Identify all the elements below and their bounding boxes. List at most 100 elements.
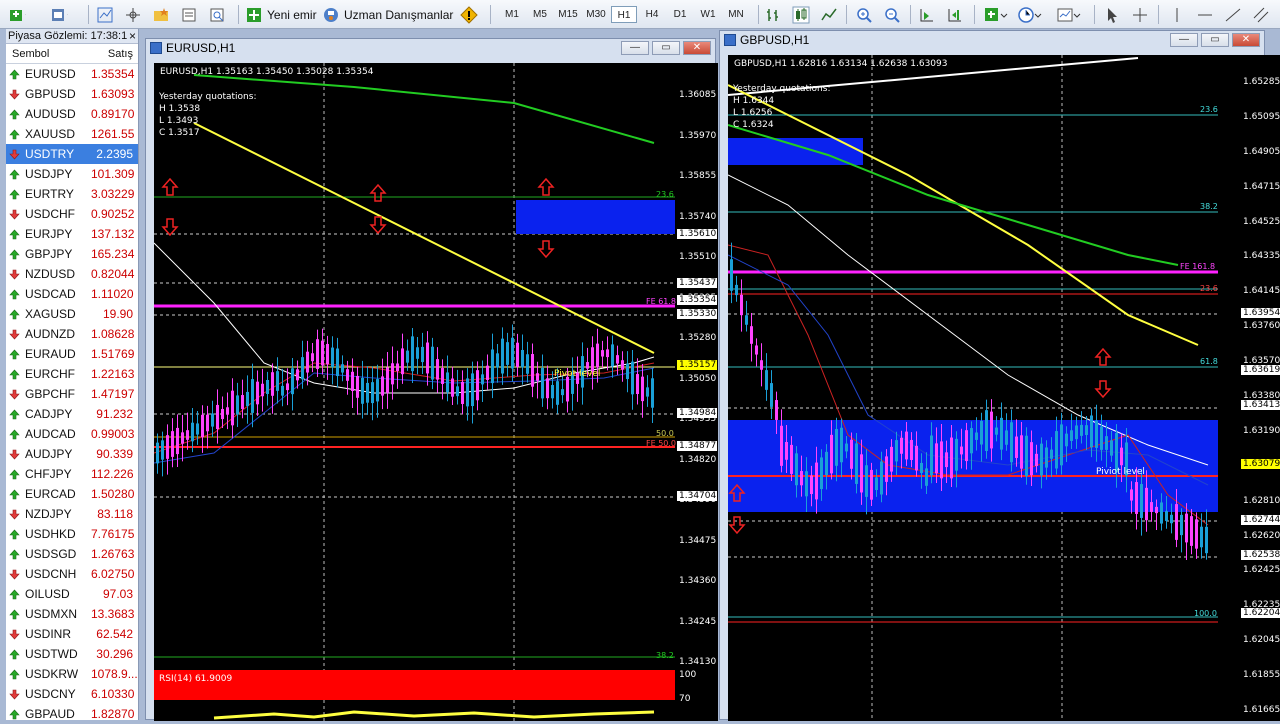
price-axis-label: 1.35740 [679, 211, 717, 222]
bid-cell: 1.35354 [91, 67, 135, 81]
watch-row-euraud[interactable]: EURAUD 1.51769 [6, 344, 138, 364]
channel-tool[interactable] [1252, 4, 1270, 25]
warning-icon [460, 5, 478, 24]
chart-shift-button[interactable] [946, 4, 964, 25]
expert-advisors-button[interactable]: Uzman Danışmanlar [322, 4, 453, 25]
candle-body [401, 348, 404, 375]
symbol-name: AUDUSD [25, 107, 76, 121]
indicators-icon [985, 7, 1008, 21]
watch-row-gbpusd[interactable]: GBPUSD 1.63093 [6, 84, 138, 104]
timeframe-m1[interactable]: M1 [499, 6, 525, 23]
candle-body [341, 364, 344, 373]
symbol-cell: USDHKD [6, 527, 91, 541]
maximize-button[interactable]: ▭ [652, 41, 680, 55]
periods-button[interactable] [1017, 4, 1043, 25]
watch-row-eurchf[interactable]: EURCHF 1.22163 [6, 364, 138, 384]
watch-row-usdcad[interactable]: USDCAD 1.11020 [6, 284, 138, 304]
crosshair-toggle[interactable] [124, 4, 142, 25]
maximize-button[interactable]: ▭ [1201, 33, 1229, 47]
new-chart-button[interactable] [8, 4, 26, 25]
watch-row-usdtry[interactable]: USDTRY 2.2395 [6, 144, 138, 164]
watch-row-eurtry[interactable]: EURTRY 3.03229 [6, 184, 138, 204]
crosshair-tool[interactable] [1131, 4, 1149, 25]
candle-body [835, 429, 838, 466]
candle-chart-button[interactable] [792, 4, 810, 25]
watch-row-usdkrw[interactable]: USDKRW 1078.9... [6, 664, 138, 684]
timeframe-m30[interactable]: M30 [583, 6, 609, 23]
watch-row-cadjpy[interactable]: CADJPY 91.232 [6, 404, 138, 424]
bar-chart-button[interactable] [764, 4, 782, 25]
bid-cell: 1.51769 [91, 347, 135, 361]
watch-row-usdtwd[interactable]: USDTWD 30.296 [6, 644, 138, 664]
watch-row-usdsgd[interactable]: USDSGD 1.26763 [6, 544, 138, 564]
candle-body [1065, 433, 1068, 447]
symbol-cell: USDINR [6, 627, 91, 641]
terminal-toggle[interactable] [180, 4, 198, 25]
watch-row-usdjpy[interactable]: USDJPY 101.309 [6, 164, 138, 184]
watch-row-eurusd[interactable]: EURUSD 1.35354 [6, 64, 138, 84]
auto-scroll-button[interactable] [918, 4, 936, 25]
eurusd-chart[interactable]: EURUSD,H1 1.35163 1.35450 1.35028 1.3535… [154, 63, 718, 721]
watch-row-usdcnh[interactable]: USDCNH 6.02750 [6, 564, 138, 584]
watch-row-audusd[interactable]: AUDUSD 0.89170 [6, 104, 138, 124]
experts-status-button[interactable] [460, 4, 478, 25]
down-arrow-icon [369, 216, 387, 235]
bid-column-header[interactable]: Satış [91, 48, 137, 60]
watch-row-xauusd[interactable]: XAUUSD 1261.55 [6, 124, 138, 144]
watch-row-gbpjpy[interactable]: GBPJPY 165.234 [6, 244, 138, 264]
close-button[interactable]: ✕ [1232, 33, 1260, 47]
gbpusd-chart[interactable]: GBPUSD,H1 1.62816 1.63134 1.62638 1.6309… [728, 55, 1280, 721]
indicators-button[interactable] [983, 4, 1009, 25]
watch-row-usdchf[interactable]: USDCHF 0.90252 [6, 204, 138, 224]
trendline-tool[interactable] [1224, 4, 1242, 25]
gbpusd-window-titlebar[interactable]: GBPUSD,H1 — ▭ ✕ [720, 31, 1264, 49]
watch-row-nzdusd[interactable]: NZDUSD 0.82044 [6, 264, 138, 284]
timeframe-m5[interactable]: M5 [527, 6, 553, 23]
timeframe-h1[interactable]: H1 [611, 6, 637, 23]
symbol-cell: EURCHF [6, 367, 91, 381]
watch-row-gbpchf[interactable]: GBPCHF 1.47197 [6, 384, 138, 404]
candle-body [286, 383, 289, 391]
minimize-button[interactable]: — [621, 41, 649, 55]
watch-row-eurjpy[interactable]: EURJPY 137.132 [6, 224, 138, 244]
watch-row-audjpy[interactable]: AUDJPY 90.339 [6, 444, 138, 464]
timeframe-mn[interactable]: MN [723, 6, 749, 23]
zoom-out-button[interactable] [883, 4, 901, 25]
timeframe-h4[interactable]: H4 [639, 6, 665, 23]
timeframe-m15[interactable]: M15 [555, 6, 581, 23]
watch-row-chfjpy[interactable]: CHFJPY 112.226 [6, 464, 138, 484]
timeframe-w1[interactable]: W1 [695, 6, 721, 23]
watch-row-audcad[interactable]: AUDCAD 0.99003 [6, 424, 138, 444]
templates-button[interactable] [1056, 4, 1082, 25]
new-order-button[interactable]: Yeni emir [245, 4, 317, 25]
navigator-toggle[interactable] [152, 4, 170, 25]
watch-row-xagusd[interactable]: XAGUSD 19.90 [6, 304, 138, 324]
close-button[interactable]: ✕ [683, 41, 711, 55]
watch-row-oilusd[interactable]: OILUSD 97.03 [6, 584, 138, 604]
watch-row-eurcad[interactable]: EURCAD 1.50280 [6, 484, 138, 504]
price-axis-label: 1.35510 [679, 252, 717, 262]
candle-body [905, 431, 908, 460]
profiles-button[interactable] [50, 4, 68, 25]
zoom-in-button[interactable] [855, 4, 873, 25]
watch-row-usdmxn[interactable]: USDMXN 13.3683 [6, 604, 138, 624]
line-chart-button[interactable] [820, 4, 838, 25]
bid-cell: 0.82044 [91, 267, 135, 281]
cursor-tool[interactable] [1103, 4, 1121, 25]
symbol-column-header[interactable]: Sembol [6, 48, 91, 60]
watch-row-usdhkd[interactable]: USDHKD 7.76175 [6, 524, 138, 544]
vertical-line-tool[interactable] [1168, 4, 1186, 25]
horizontal-line-tool[interactable] [1196, 4, 1214, 25]
watch-row-usdcny[interactable]: USDCNY 6.10330 [6, 684, 138, 704]
watch-row-nzdjpy[interactable]: NZDJPY 83.118 [6, 504, 138, 524]
watch-row-usdinr[interactable]: USDINR 62.542 [6, 624, 138, 644]
up-arrow-icon [9, 489, 20, 499]
minimize-button[interactable]: — [1170, 33, 1198, 47]
market-watch-toggle[interactable] [96, 4, 114, 25]
watch-row-gbpaud[interactable]: GBPAUD 1.82870 [6, 704, 138, 724]
eurusd-window-titlebar[interactable]: EURUSD,H1 — ▭ ✕ [146, 39, 715, 57]
timeframe-d1[interactable]: D1 [667, 6, 693, 23]
close-icon[interactable]: × [129, 29, 136, 44]
watch-row-audnzd[interactable]: AUDNZD 1.08628 [6, 324, 138, 344]
tester-toggle[interactable] [208, 4, 226, 25]
